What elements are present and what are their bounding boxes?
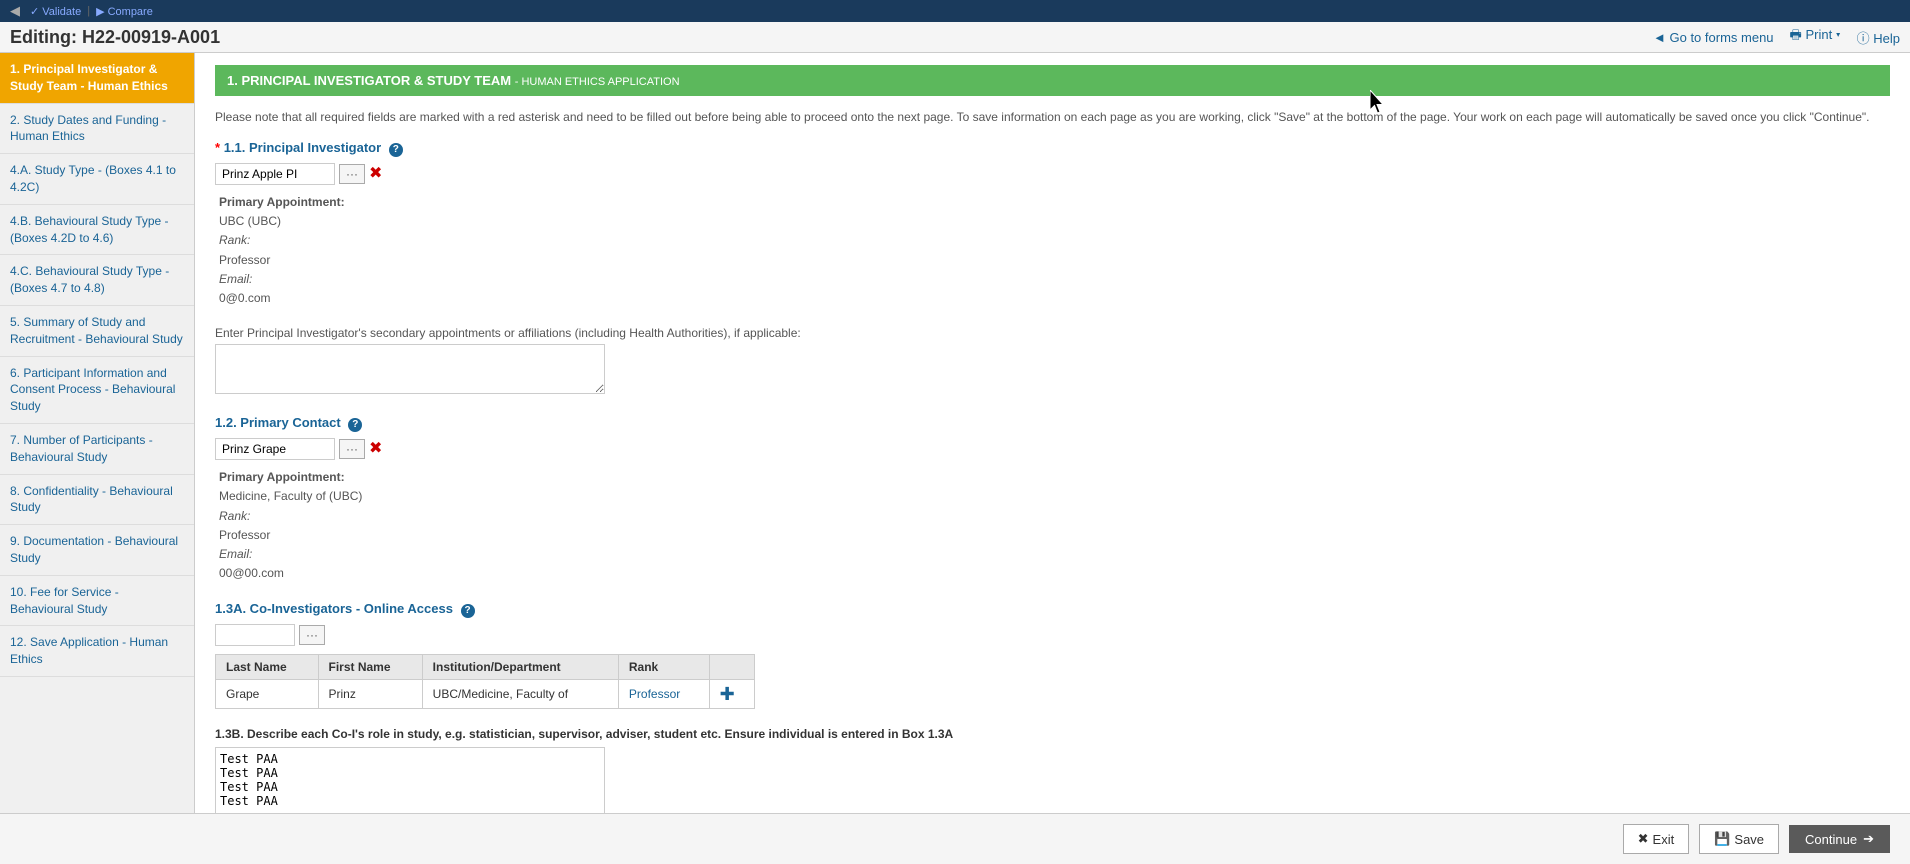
validate-btn[interactable]: ✓ Validate <box>30 5 81 18</box>
col-last-name: Last Name <box>216 655 319 680</box>
print-link[interactable]: 🖶 Print ▾ <box>1790 26 1841 48</box>
table-row: Grape Prinz UBC/Medicine, Faculty of Pro… <box>216 680 755 709</box>
section-header: 1. PRINCIPAL INVESTIGATOR & STUDY TEAM -… <box>215 65 1890 96</box>
sidebar: 1. Principal Investigator & Study Team -… <box>0 53 195 813</box>
co-inv-role-label: 1.3B. Describe each Co-I's role in study… <box>215 727 1890 741</box>
cell-first-name: Prinz <box>318 680 422 709</box>
pi-dots-button[interactable]: ··· <box>339 164 365 184</box>
page-header: Editing: H22-00919-A001 ◄ Go to forms me… <box>0 22 1910 53</box>
content-area: 1. PRINCIPAL INVESTIGATOR & STUDY TEAM -… <box>195 53 1910 813</box>
principal-investigator-section: * 1.1. Principal Investigator ? ··· ✖ Pr… <box>215 140 1890 308</box>
cell-last-name: Grape <box>216 680 319 709</box>
exit-icon: ✖ <box>1638 831 1649 847</box>
secondary-appointments-input[interactable] <box>215 344 605 394</box>
pc-details: Primary Appointment: Medicine, Faculty o… <box>219 468 1890 583</box>
co-inv-help-icon[interactable]: ? <box>461 604 475 618</box>
save-button[interactable]: 💾 Save <box>1699 824 1779 854</box>
pc-help-icon[interactable]: ? <box>348 418 362 432</box>
co-inv-role-section: 1.3B. Describe each Co-I's role in study… <box>215 727 1890 813</box>
pi-help-icon[interactable]: ? <box>389 143 403 157</box>
sidebar-item-item-8[interactable]: 8. Confidentiality - Behavioural Study <box>0 475 194 526</box>
secondary-appointments-label: Enter Principal Investigator's secondary… <box>215 326 1890 340</box>
print-icon: 🖶 <box>1790 27 1802 42</box>
pi-input[interactable] <box>215 163 335 185</box>
secondary-appointments-section: Enter Principal Investigator's secondary… <box>215 326 1890 397</box>
pc-input[interactable] <box>215 438 335 460</box>
page-title: Editing: H22-00919-A001 <box>10 27 220 48</box>
pi-label: * 1.1. Principal Investigator ? <box>215 140 1890 157</box>
pc-label: 1.2. Primary Contact ? <box>215 415 1890 432</box>
exit-button[interactable]: ✖ Exit <box>1623 824 1690 854</box>
sidebar-item-item-1[interactable]: 1. Principal Investigator & Study Team -… <box>0 53 194 104</box>
sidebar-item-item-7[interactable]: 7. Number of Participants - Behavioural … <box>0 424 194 475</box>
help-icon: ⓘ <box>1857 31 1870 46</box>
header-actions: ◄ Go to forms menu 🖶 Print ▾ ⓘ Help <box>1653 26 1900 48</box>
sidebar-item-item-4c[interactable]: 4.C. Behavioural Study Type - (Boxes 4.7… <box>0 255 194 306</box>
continue-button[interactable]: Continue ➔ <box>1789 825 1890 853</box>
sidebar-item-item-2[interactable]: 2. Study Dates and Funding - Human Ethic… <box>0 104 194 155</box>
co-investigators-section: 1.3A. Co-Investigators - Online Access ?… <box>215 601 1890 709</box>
cell-remove[interactable]: ✚ <box>709 680 754 709</box>
remove-row-button[interactable]: ✚ <box>720 685 735 703</box>
action-bar: ✖ Exit 💾 Save Continue ➔ <box>0 813 1910 864</box>
sidebar-item-item-5[interactable]: 5. Summary of Study and Recruitment - Be… <box>0 306 194 357</box>
co-inv-table: Last Name First Name Institution/Departm… <box>215 654 755 709</box>
pi-input-row: ··· ✖ <box>215 163 1890 185</box>
pc-remove-button[interactable]: ✖ <box>369 441 382 457</box>
col-action <box>709 655 754 680</box>
sidebar-item-item-12[interactable]: 12. Save Application - Human Ethics <box>0 626 194 677</box>
sidebar-item-item-4a[interactable]: 4.A. Study Type - (Boxes 4.1 to 4.2C) <box>0 154 194 205</box>
co-inv-input-row: ··· <box>215 624 1890 646</box>
col-rank: Rank <box>618 655 709 680</box>
info-text: Please note that all required fields are… <box>215 108 1890 126</box>
save-icon: 💾 <box>1714 831 1730 847</box>
sidebar-toggle-btn[interactable]: ◀ <box>8 1 22 21</box>
pc-input-row: ··· ✖ <box>215 438 1890 460</box>
continue-arrow-icon: ➔ <box>1863 831 1874 847</box>
sidebar-item-item-10[interactable]: 10. Fee for Service - Behavioural Study <box>0 576 194 627</box>
co-inv-dots-button[interactable]: ··· <box>299 625 325 645</box>
sidebar-item-item-9[interactable]: 9. Documentation - Behavioural Study <box>0 525 194 576</box>
co-inv-input[interactable] <box>215 624 295 646</box>
sidebar-item-item-4b[interactable]: 4.B. Behavioural Study Type - (Boxes 4.2… <box>0 205 194 256</box>
primary-contact-section: 1.2. Primary Contact ? ··· ✖ Primary App… <box>215 415 1890 583</box>
pi-remove-button[interactable]: ✖ <box>369 166 382 182</box>
top-bar: ◀ ✓ Validate | ▶ Compare <box>0 0 1910 22</box>
pi-details: Primary Appointment: UBC (UBC) Rank: Pro… <box>219 193 1890 308</box>
go-to-forms-menu-link[interactable]: ◄ Go to forms menu <box>1653 30 1774 45</box>
col-institution: Institution/Department <box>422 655 618 680</box>
co-inv-role-input[interactable]: Test PAA Test PAA Test PAA Test PAA <box>215 747 605 813</box>
cell-institution: UBC/Medicine, Faculty of <box>422 680 618 709</box>
cell-rank: Professor <box>618 680 709 709</box>
sidebar-item-item-6[interactable]: 6. Participant Information and Consent P… <box>0 357 194 424</box>
compare-btn[interactable]: ▶ Compare <box>96 5 153 18</box>
co-inv-label: 1.3A. Co-Investigators - Online Access ? <box>215 601 1890 618</box>
help-link[interactable]: ⓘ Help <box>1857 28 1900 47</box>
pc-dots-button[interactable]: ··· <box>339 439 365 459</box>
col-first-name: First Name <box>318 655 422 680</box>
main-layout: 1. Principal Investigator & Study Team -… <box>0 53 1910 813</box>
